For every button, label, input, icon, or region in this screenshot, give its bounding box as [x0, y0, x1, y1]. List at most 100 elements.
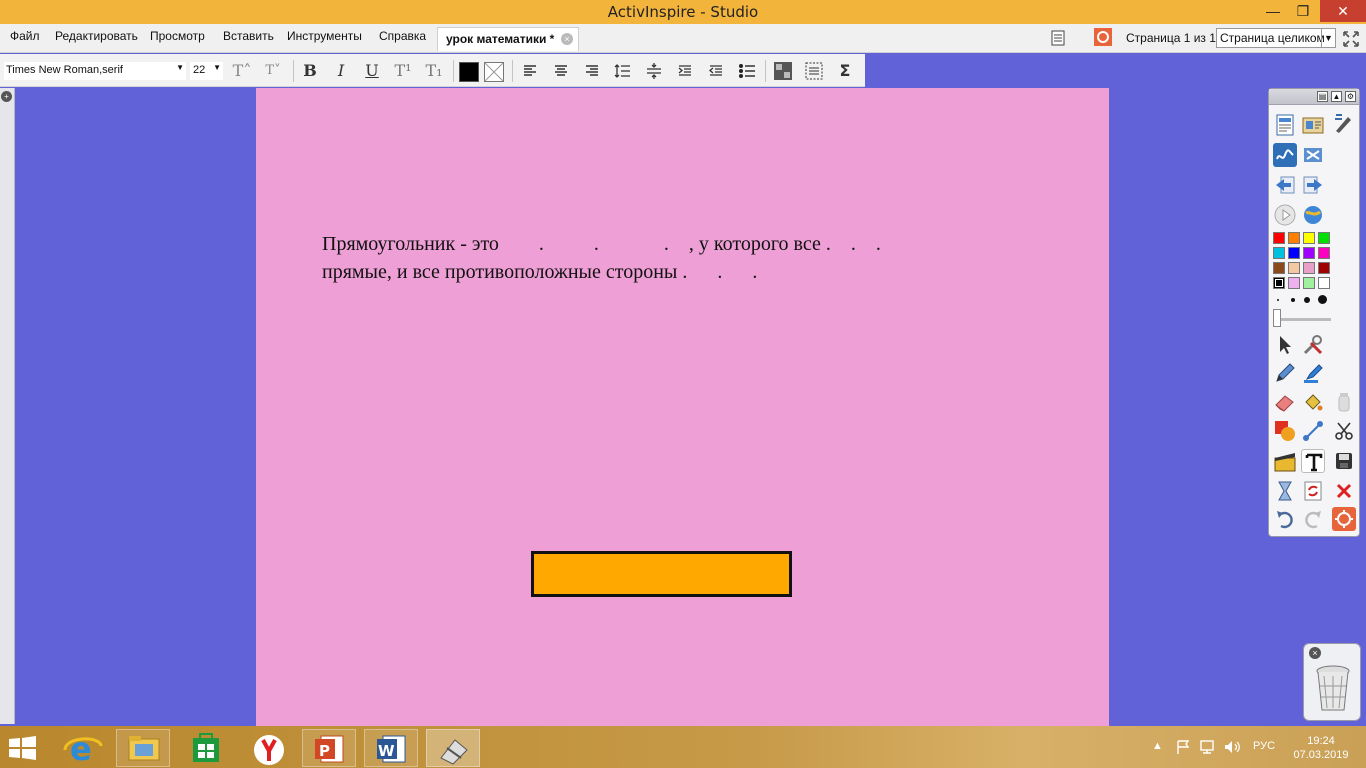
pin-icon[interactable]: +: [1, 91, 12, 102]
speaker-icon[interactable]: [1223, 739, 1241, 758]
clear-tool[interactable]: [1332, 479, 1356, 503]
font-size-select[interactable]: 22 ▼: [190, 62, 223, 80]
trash-widget[interactable]: ×: [1303, 643, 1361, 721]
width-dot-1[interactable]: [1277, 299, 1279, 301]
taskbar-powerpoint[interactable]: P: [302, 729, 356, 767]
fill-tool[interactable]: [1301, 390, 1325, 414]
color-swatch-blue[interactable]: [1288, 247, 1300, 259]
play-tool[interactable]: [1273, 203, 1297, 227]
object-browser-tool[interactable]: [1301, 143, 1325, 167]
notes-icon[interactable]: [1050, 30, 1066, 46]
save-tool[interactable]: [1332, 449, 1356, 473]
pen-width-slider[interactable]: [1277, 318, 1331, 321]
resource-browser-tool[interactable]: [1301, 113, 1325, 137]
menu-view[interactable]: Просмотр: [150, 29, 205, 43]
toolbox-menu-icon[interactable]: ▤: [1317, 91, 1328, 102]
color-swatch-yellow[interactable]: [1303, 232, 1315, 244]
color-swatch-white[interactable]: [1318, 277, 1330, 289]
zoom-select[interactable]: Страница целиком ▼: [1216, 28, 1336, 48]
reset-page-tool[interactable]: [1301, 479, 1325, 503]
menu-help[interactable]: Справка: [379, 29, 426, 43]
toolbox-settings-icon[interactable]: ⚙: [1345, 91, 1356, 102]
close-button[interactable]: ✕: [1320, 0, 1366, 22]
symbols-button[interactable]: [771, 59, 795, 83]
align-left-button[interactable]: [518, 59, 542, 83]
align-center-button[interactable]: [549, 59, 573, 83]
page-tools-tool[interactable]: [1273, 479, 1297, 503]
page-browser-tool[interactable]: [1273, 113, 1297, 137]
minimize-button[interactable]: —: [1258, 0, 1288, 22]
eraser-tool[interactable]: [1273, 390, 1297, 414]
flag-icon[interactable]: [1175, 739, 1191, 758]
toolbox-collapse-icon[interactable]: ▲: [1331, 91, 1342, 102]
close-icon[interactable]: ×: [1309, 647, 1321, 659]
taskbar-activinspire[interactable]: [426, 729, 480, 767]
undo-tool[interactable]: [1273, 507, 1297, 531]
previous-page-tool[interactable]: [1273, 173, 1297, 197]
taskbar-explorer[interactable]: [116, 729, 170, 767]
color-swatch-lilac[interactable]: [1288, 277, 1300, 289]
language-indicator[interactable]: РУС: [1253, 740, 1275, 752]
main-tools-menu[interactable]: [1301, 333, 1325, 357]
outdent-button[interactable]: [704, 59, 728, 83]
color-swatch-red[interactable]: [1273, 232, 1285, 244]
no-fill-swatch[interactable]: [484, 62, 504, 82]
color-swatch-light-green[interactable]: [1303, 277, 1315, 289]
color-swatch-black[interactable]: [1273, 277, 1285, 289]
activinspire-dashboard-icon[interactable]: [1094, 28, 1112, 46]
dashboard-tool[interactable]: [1332, 507, 1356, 531]
text-color-swatch[interactable]: [459, 62, 479, 82]
connector-tool[interactable]: [1301, 419, 1325, 443]
network-icon[interactable]: [1199, 739, 1217, 758]
pen-tool[interactable]: [1273, 361, 1297, 385]
bullet-list-button[interactable]: [735, 59, 759, 83]
highlighter-tool[interactable]: [1301, 361, 1325, 385]
italic-button[interactable]: I: [329, 59, 353, 83]
text-tool[interactable]: [1301, 449, 1325, 473]
color-swatch-magenta[interactable]: [1318, 247, 1330, 259]
underline-button[interactable]: U: [360, 59, 384, 83]
taskbar-word[interactable]: W: [364, 729, 418, 767]
shrink-font-button[interactable]: T˅: [261, 59, 285, 83]
toolbox-header[interactable]: ▤ ▲ ⚙: [1269, 89, 1359, 105]
color-swatch-pink[interactable]: [1303, 262, 1315, 274]
show-hidden-icons[interactable]: ▲: [1152, 740, 1163, 752]
fullscreen-icon[interactable]: [1342, 30, 1359, 47]
shape-tool[interactable]: [1273, 419, 1297, 443]
camera-scissors-tool[interactable]: [1332, 419, 1356, 443]
color-swatch-orange[interactable]: [1288, 232, 1300, 244]
color-swatch-peach[interactable]: [1288, 262, 1300, 274]
redo-tool[interactable]: [1301, 507, 1325, 531]
paragraph-spacing-button[interactable]: [642, 59, 666, 83]
next-page-tool[interactable]: [1301, 173, 1325, 197]
tab-document[interactable]: урок математики * ×: [437, 27, 579, 51]
align-right-button[interactable]: [580, 59, 604, 83]
menu-edit[interactable]: Редактировать: [55, 29, 138, 43]
indent-button[interactable]: [673, 59, 697, 83]
line-spacing-button[interactable]: [611, 59, 635, 83]
menu-insert[interactable]: Вставить: [223, 29, 274, 43]
font-family-select[interactable]: Times New Roman,serif ▼: [4, 62, 186, 80]
color-swatch-dark-red[interactable]: [1318, 262, 1330, 274]
grow-font-button[interactable]: T˄: [230, 59, 254, 83]
flipchart-page[interactable]: Прямоугольник - это . . . , у которого в…: [256, 88, 1109, 726]
clip-art-tool[interactable]: [1273, 449, 1297, 473]
superscript-button[interactable]: T¹: [391, 59, 415, 83]
spotlight-tool[interactable]: [1332, 390, 1356, 414]
color-swatch-purple[interactable]: [1303, 247, 1315, 259]
taskbar-ie[interactable]: e: [56, 729, 110, 768]
clock[interactable]: 19:24 07.03.2019: [1290, 734, 1352, 762]
color-swatch-brown[interactable]: [1273, 262, 1285, 274]
menu-file[interactable]: Файл: [10, 29, 40, 43]
menu-tools[interactable]: Инструменты: [287, 29, 362, 43]
orange-rectangle-shape[interactable]: [531, 551, 792, 597]
handwriting-tool[interactable]: [1273, 143, 1297, 167]
pen-settings-tool[interactable]: [1332, 111, 1356, 135]
width-dot-2[interactable]: [1291, 298, 1295, 302]
windows-start-icon[interactable]: [8, 736, 38, 763]
subscript-button[interactable]: T₁: [422, 59, 446, 83]
bold-button[interactable]: B: [298, 59, 322, 83]
width-dot-3[interactable]: [1304, 297, 1310, 303]
select-tool[interactable]: [1273, 333, 1297, 357]
width-dot-4[interactable]: [1318, 295, 1327, 304]
